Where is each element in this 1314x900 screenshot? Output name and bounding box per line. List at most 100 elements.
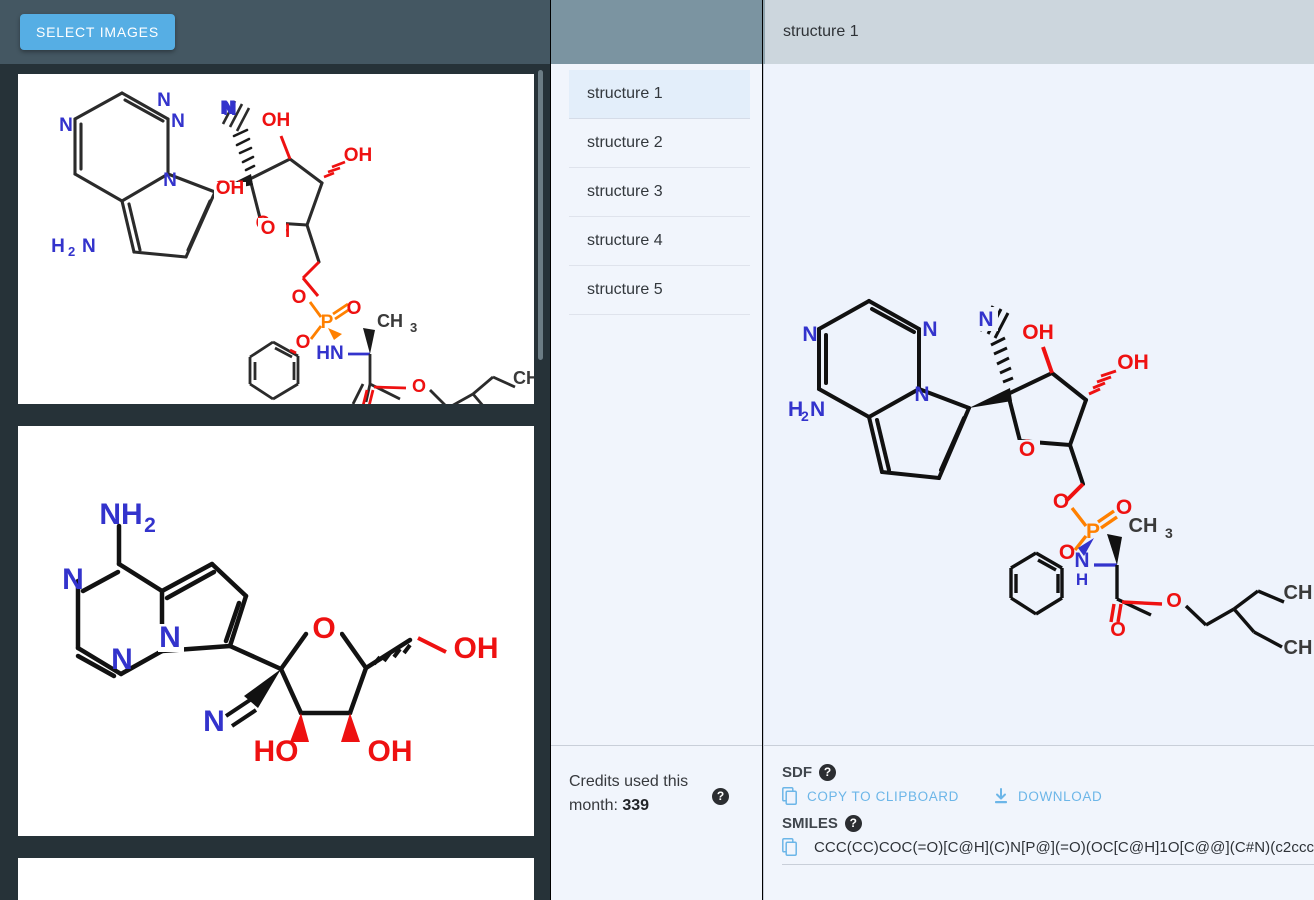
structure-list-panel: structure 1 structure 2 structure 3 stru… [550,0,762,900]
svg-text:O: O [1059,541,1075,564]
svg-text:N: N [223,99,237,120]
sidebar-item-structure-3[interactable]: structure 3 [569,168,750,217]
svg-text:O: O [1053,490,1069,513]
help-icon[interactable]: ? [819,764,836,781]
svg-text:N: N [922,318,937,341]
svg-text:N: N [62,563,84,596]
structure-item-label: structure 4 [587,232,663,249]
sdf-label-text: SDF [782,764,812,781]
list-item[interactable]: N N N NH 2 O N HO OH OH [18,426,534,836]
svg-text:N: N [978,308,993,331]
svg-text:OH: OH [1117,351,1149,374]
structure-list-header [551,0,762,64]
svg-text:N: N [1074,549,1089,572]
list-item[interactable] [18,858,534,900]
svg-text:N: N [810,398,825,421]
svg-text:N: N [82,236,96,257]
credits-value: 339 [622,797,650,814]
structure-viewer-panel: structure 1 N N N H 2 N OH OH O N O P O … [762,0,1314,900]
left-toolbar: SELECT IMAGES [0,0,550,64]
svg-text:O: O [347,298,362,319]
structure-list: structure 1 structure 2 structure 3 stru… [551,64,762,745]
svg-text:H: H [51,236,65,257]
svg-text:O: O [412,376,426,396]
svg-text:CH: CH [513,368,534,388]
help-icon[interactable]: ? [712,788,729,805]
svg-text:3: 3 [410,320,417,335]
svg-text:OH: OH [216,178,245,199]
svg-text:N: N [203,705,225,738]
svg-text:N: N [171,111,185,132]
structure-image-2: N N N NH 2 O N HO OH OH [18,426,534,836]
svg-text:N: N [59,115,73,136]
svg-text:3: 3 [1165,525,1173,541]
svg-text:2: 2 [801,408,809,424]
svg-text:CH: CH [377,311,403,331]
svg-text:2: 2 [68,244,75,259]
application-root: SELECT IMAGES N N N H 2 N N N N OH O N O… [0,0,1314,900]
svg-text:HN: HN [316,343,343,364]
credits-label: Credits used this month: 339 [569,770,704,818]
select-images-button[interactable]: SELECT IMAGES [20,14,175,50]
svg-text:N: N [111,643,133,676]
svg-text:OH: OH [344,145,373,166]
download-button[interactable]: DOWNLOAD [993,787,1103,805]
svg-text:OH: OH [454,632,499,665]
sidebar-item-structure-1[interactable]: structure 1 [569,70,750,119]
svg-text:HO: HO [254,735,299,768]
list-item[interactable]: N N N H 2 N N O N OH OH [18,74,534,404]
svg-text:N: N [802,323,817,346]
svg-text:O: O [261,218,276,239]
copy-label: COPY TO CLIPBOARD [807,788,959,804]
image-upload-panel: SELECT IMAGES N N N H 2 N N N N OH O N O… [0,0,550,900]
svg-text:OH: OH [262,110,291,131]
viewer-header: structure 1 [763,0,1314,64]
structure-item-label: structure 1 [587,85,663,102]
structure-canvas[interactable]: N N N H 2 N N OH OH O O N O [763,64,1314,745]
svg-text:NH: NH [99,498,142,531]
smiles-label-text: SMILES [782,815,838,832]
sidebar-item-structure-5[interactable]: structure 5 [569,266,750,315]
svg-text:O: O [312,612,335,645]
svg-text:N: N [914,383,929,406]
svg-text:CH: CH [1129,515,1158,537]
scrollbar-thumb[interactable] [538,70,543,360]
image-list-scrollarea[interactable]: N N N H 2 N N O N OH OH [0,64,550,900]
structure-image-1: N N N H 2 N N O N OH OH [18,74,534,404]
smiles-string: CCC(CC)COC(=O)[C@H](C)N[P@](=O)(OC[C@H]1… [814,838,1314,856]
smiles-value-row: CCC(CC)COC(=O)[C@H](C)N[P@](=O)(OC[C@H]1… [782,838,1314,865]
help-icon[interactable]: ? [844,815,862,832]
svg-text:OH: OH [368,735,413,768]
structure-item-label: structure 2 [587,134,663,151]
sidebar-item-structure-2[interactable]: structure 2 [569,119,750,168]
svg-text:OH: OH [1022,321,1054,344]
svg-text:O: O [292,287,307,308]
sdf-actions: COPY TO CLIPBOARD DOWNLOAD [782,787,1314,805]
download-label: DOWNLOAD [1018,788,1103,804]
copy-icon[interactable] [782,838,798,856]
svg-text:2: 2 [144,514,156,537]
smiles-section-label: SMILES ? [782,815,1314,832]
svg-text:O: O [1019,438,1035,461]
svg-text:O: O [1166,590,1182,612]
svg-text:O: O [296,332,311,353]
svg-text:N: N [157,90,171,111]
export-panel: SDF ? COPY TO CLIPBOARD DOWNLOAD SMILES … [763,745,1314,900]
svg-text:CH: CH [1284,582,1313,604]
structure-item-label: structure 3 [587,183,663,200]
structure-rendering-remdesivir: N N N H 2 N N OH OH O O N O [764,64,1314,745]
download-icon [995,787,1007,803]
structure-item-label: structure 5 [587,281,663,298]
svg-text:O: O [1110,619,1126,641]
svg-text:N: N [163,170,177,191]
left-panel-scrollbar[interactable] [538,64,544,900]
sidebar-item-structure-4[interactable]: structure 4 [569,217,750,266]
copy-icon [782,787,797,805]
copy-to-clipboard-button[interactable]: COPY TO CLIPBOARD [782,787,959,805]
credits-section: Credits used this month: 339 ? [551,745,762,900]
sdf-section-label: SDF ? [782,764,1314,781]
svg-text:N: N [159,621,181,654]
svg-text:H: H [1076,570,1088,589]
svg-text:CH: CH [1284,637,1313,659]
page-title: structure 1 [783,23,859,40]
